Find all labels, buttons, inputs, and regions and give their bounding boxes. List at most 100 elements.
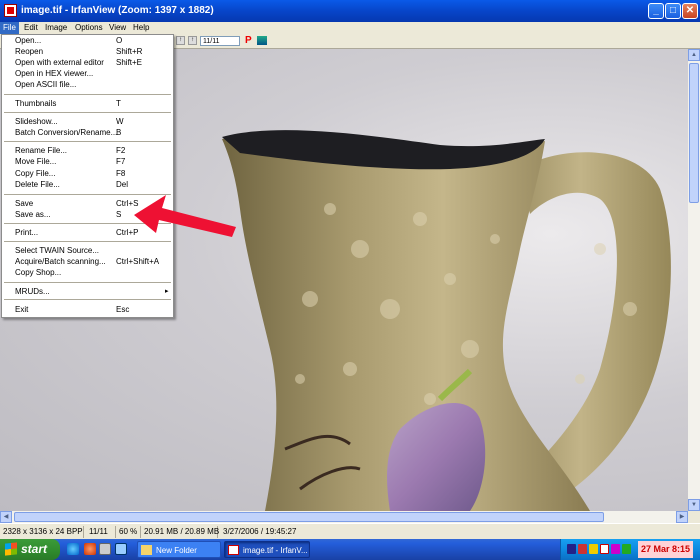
status-size: 20.91 MB / 20.89 MB	[141, 526, 219, 538]
next-page-icon[interactable]: ↑	[188, 36, 197, 45]
menu-item[interactable]: Thumbnails T	[2, 98, 173, 109]
menu-item[interactable]: Move File... F7	[2, 156, 173, 167]
taskbar: start New Folder image.tif - IrfanV... 2…	[0, 539, 700, 560]
menu-item-shortcut: Ctrl+Shift+A	[116, 257, 160, 266]
vertical-scrollbar[interactable]: ▲ ▼	[688, 49, 700, 511]
scroll-right-icon[interactable]: ▶	[676, 511, 688, 523]
ie-icon[interactable]	[67, 543, 79, 555]
scanner-icon[interactable]	[257, 36, 267, 45]
menu-item[interactable]: Open ASCII file...	[2, 79, 173, 90]
menu-item-label: Open...	[15, 36, 42, 45]
menu-separator	[4, 299, 171, 300]
status-datetime: 3/27/2006 / 19:45:27	[223, 527, 297, 536]
title-bar[interactable]: image.tif - IrfanView (Zoom: 1397 x 1882…	[0, 0, 700, 22]
horizontal-scroll-thumb[interactable]	[14, 512, 604, 522]
tray-icon-3[interactable]	[589, 544, 598, 554]
firefox-icon[interactable]	[84, 543, 96, 555]
status-zoom: 60 %	[116, 526, 141, 538]
close-button[interactable]: ✕	[682, 3, 698, 19]
menu-item-shortcut: B	[116, 128, 122, 137]
menu-item-label: Thumbnails	[15, 99, 57, 108]
menu-item-shortcut: Del	[116, 180, 129, 189]
menu-image[interactable]: Image	[42, 22, 70, 34]
scroll-up-icon[interactable]: ▲	[688, 49, 700, 61]
menu-item-shortcut: F2	[116, 146, 126, 155]
menu-separator	[4, 94, 171, 95]
windows-flag-icon	[5, 542, 17, 556]
status-image-info: 2328 x 3136 x 24 BPP	[0, 526, 84, 538]
tray-icon-2[interactable]	[578, 544, 587, 554]
menu-item-label: Print...	[15, 228, 39, 237]
menu-help[interactable]: Help	[130, 22, 152, 34]
irfanview-task-icon	[228, 545, 239, 555]
menu-item[interactable]: Select TWAIN Source...	[2, 245, 173, 256]
status-bar: 2328 x 3136 x 24 BPP 11/11 60 % 20.91 MB…	[0, 523, 700, 540]
menu-item[interactable]: Open with external editor Shift+E	[2, 57, 173, 68]
menu-item[interactable]: Copy Shop...	[2, 267, 173, 278]
menu-item-label: MRUDs...	[15, 287, 50, 296]
menu-item[interactable]: Open in HEX viewer...	[2, 68, 173, 79]
menu-bar: File Edit Image Options View Help	[0, 22, 700, 34]
menu-item[interactable]: Delete File... Del	[2, 179, 173, 190]
clock[interactable]: 27 Mar 8:15	[638, 541, 694, 558]
tray-icon-6[interactable]	[622, 544, 631, 554]
window-title: image.tif - IrfanView (Zoom: 1397 x 1882…	[21, 5, 214, 16]
menu-item[interactable]: Slideshow... W	[2, 116, 173, 127]
task-irfanview[interactable]: image.tif - IrfanV...	[224, 541, 310, 558]
menu-item-label: Open with external editor	[15, 58, 104, 67]
menu-item-label: Copy Shop...	[15, 268, 62, 277]
menu-item-label: Open ASCII file...	[15, 80, 77, 89]
menu-item-label: Batch Conversion/Rename...	[15, 128, 118, 137]
show-desktop-icon[interactable]	[115, 543, 127, 555]
red-arrow-annotation	[134, 195, 236, 237]
scroll-left-icon[interactable]: ◀	[0, 511, 12, 523]
menu-item[interactable]: Copy File... F8	[2, 168, 173, 179]
menu-item[interactable]: Open... O	[2, 35, 173, 46]
menu-item-shortcut: Shift+R	[116, 47, 143, 56]
prev-page-icon[interactable]: ↑	[176, 36, 185, 45]
menu-separator	[4, 112, 171, 113]
menu-item-label: Select TWAIN Source...	[15, 246, 100, 255]
menu-item-shortcut: Esc	[116, 305, 130, 314]
menu-item[interactable]: MRUDs... ▸	[2, 286, 173, 297]
print-p-icon[interactable]: P	[245, 35, 252, 46]
menu-item[interactable]: Reopen Shift+R	[2, 46, 173, 57]
menu-item-label: Slideshow...	[15, 117, 58, 126]
folder-icon	[141, 545, 152, 555]
tray-icon-5[interactable]	[611, 544, 620, 554]
menu-item-label: Delete File...	[15, 180, 60, 189]
arrow-icon	[134, 195, 236, 237]
menu-item[interactable]: Rename File... F2	[2, 145, 173, 156]
menu-item-shortcut: F7	[116, 157, 126, 166]
file-menu-dropdown: Open... O Reopen Shift+R Open with external …	[1, 34, 174, 318]
vertical-scroll-thumb[interactable]	[689, 63, 699, 203]
menu-item-label: Save as...	[15, 210, 51, 219]
menu-item-label: Move File...	[15, 157, 57, 166]
menu-item[interactable]: Exit Esc	[2, 304, 173, 315]
menu-item-shortcut: S	[116, 210, 122, 219]
menu-item-shortcut: Shift+E	[116, 58, 143, 67]
start-button[interactable]: start	[0, 539, 60, 560]
menu-options[interactable]: Options	[72, 22, 106, 34]
menu-item-label: Save	[15, 199, 34, 208]
tray-icon-4[interactable]	[600, 544, 609, 554]
status-page: 11/11	[86, 526, 116, 538]
maximize-button[interactable]: □	[665, 3, 681, 19]
menu-item[interactable]: Batch Conversion/Rename... B	[2, 127, 173, 138]
menu-item-label: Exit	[15, 305, 29, 314]
menu-item[interactable]: Acquire/Batch scanning... Ctrl+Shift+A	[2, 256, 173, 267]
scroll-down-icon[interactable]: ▼	[688, 499, 700, 511]
menu-edit[interactable]: Edit	[21, 22, 41, 34]
menu-item-label: Copy File...	[15, 169, 56, 178]
menu-view[interactable]: View	[106, 22, 129, 34]
tray-icon-1[interactable]	[567, 544, 576, 554]
menu-file[interactable]: File	[0, 22, 19, 34]
menu-item-shortcut: W	[116, 117, 124, 126]
menu-item-shortcut: F8	[116, 169, 126, 178]
task-new-folder[interactable]: New Folder	[137, 541, 221, 558]
irfanview-app-icon[interactable]	[4, 4, 17, 17]
page-number-field[interactable]: 11/11	[200, 36, 240, 46]
horizontal-scrollbar[interactable]: ◀ ▶	[0, 511, 688, 523]
minimize-button[interactable]: _	[648, 3, 664, 19]
window-icon[interactable]	[99, 543, 111, 555]
